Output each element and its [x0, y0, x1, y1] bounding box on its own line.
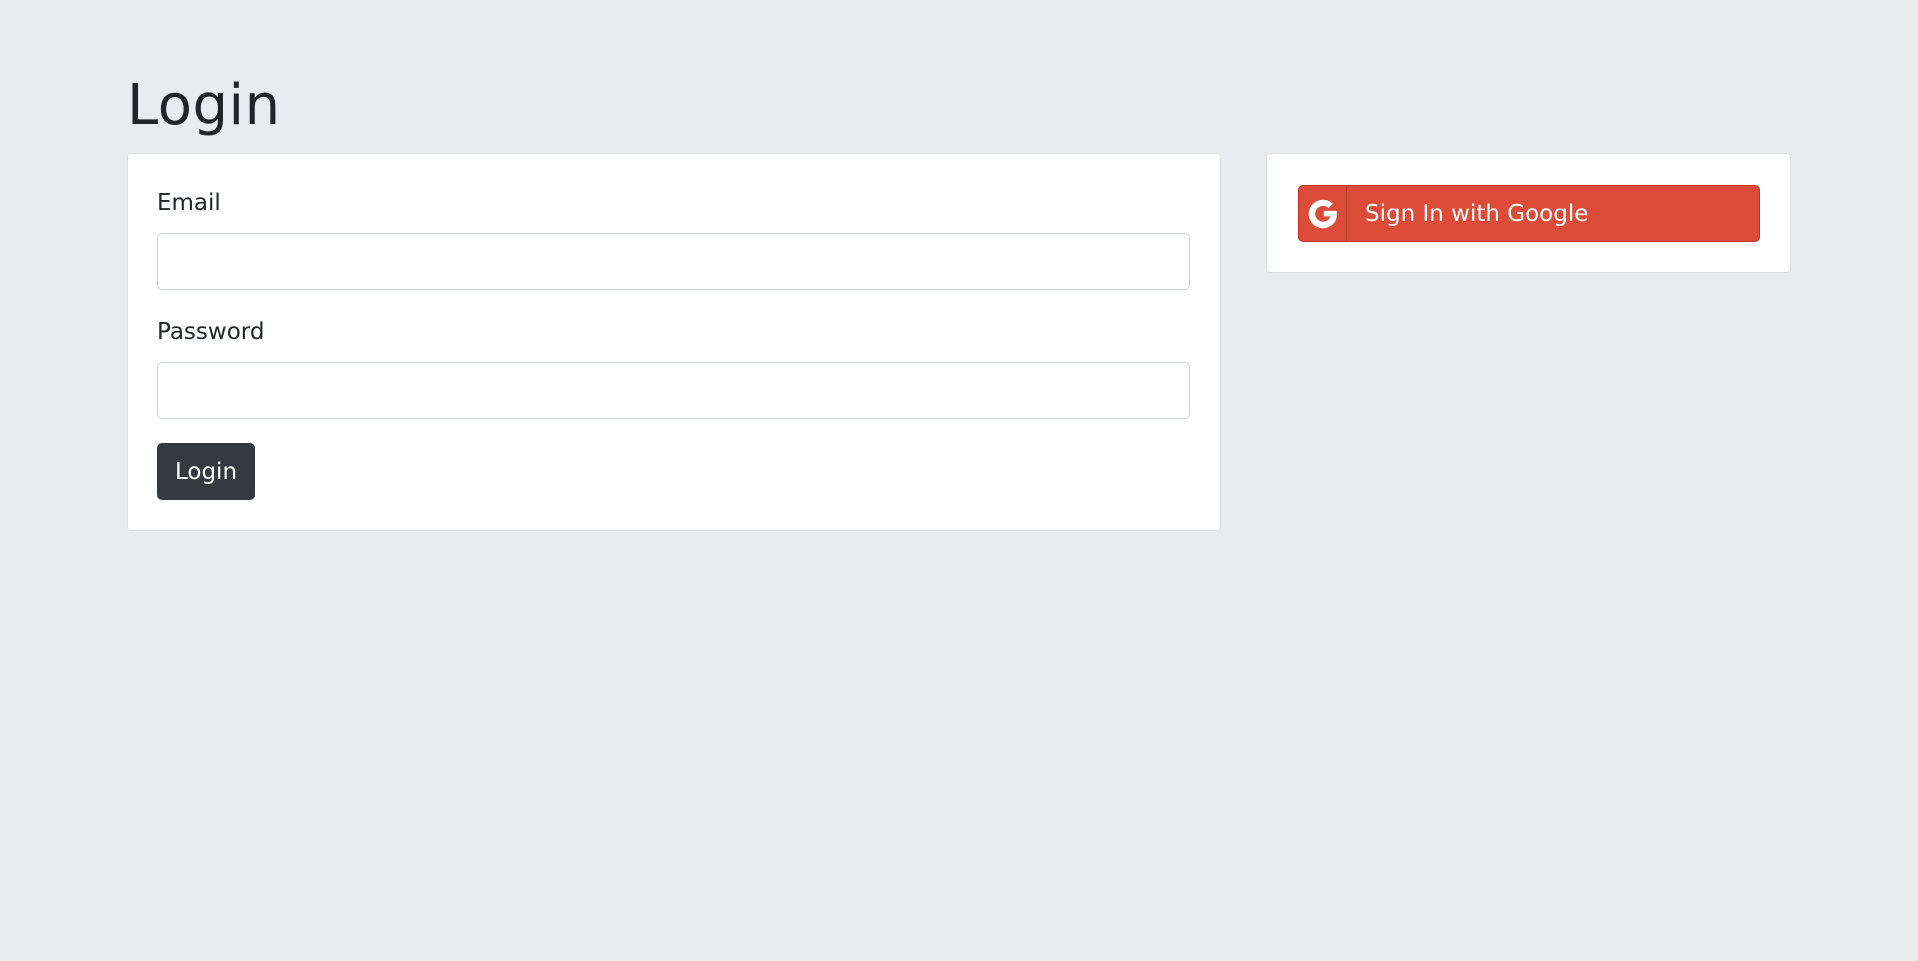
- google-signin-button[interactable]: Sign In with Google: [1298, 185, 1760, 242]
- email-input[interactable]: [157, 233, 1190, 290]
- google-signin-label: Sign In with Google: [1365, 200, 1589, 227]
- google-g-icon: [1299, 186, 1347, 241]
- email-label: Email: [157, 190, 221, 216]
- login-card: [127, 153, 1221, 531]
- page-title: Login: [127, 73, 281, 138]
- login-button[interactable]: Login: [157, 443, 255, 500]
- password-label: Password: [157, 319, 265, 345]
- password-input[interactable]: [157, 362, 1190, 419]
